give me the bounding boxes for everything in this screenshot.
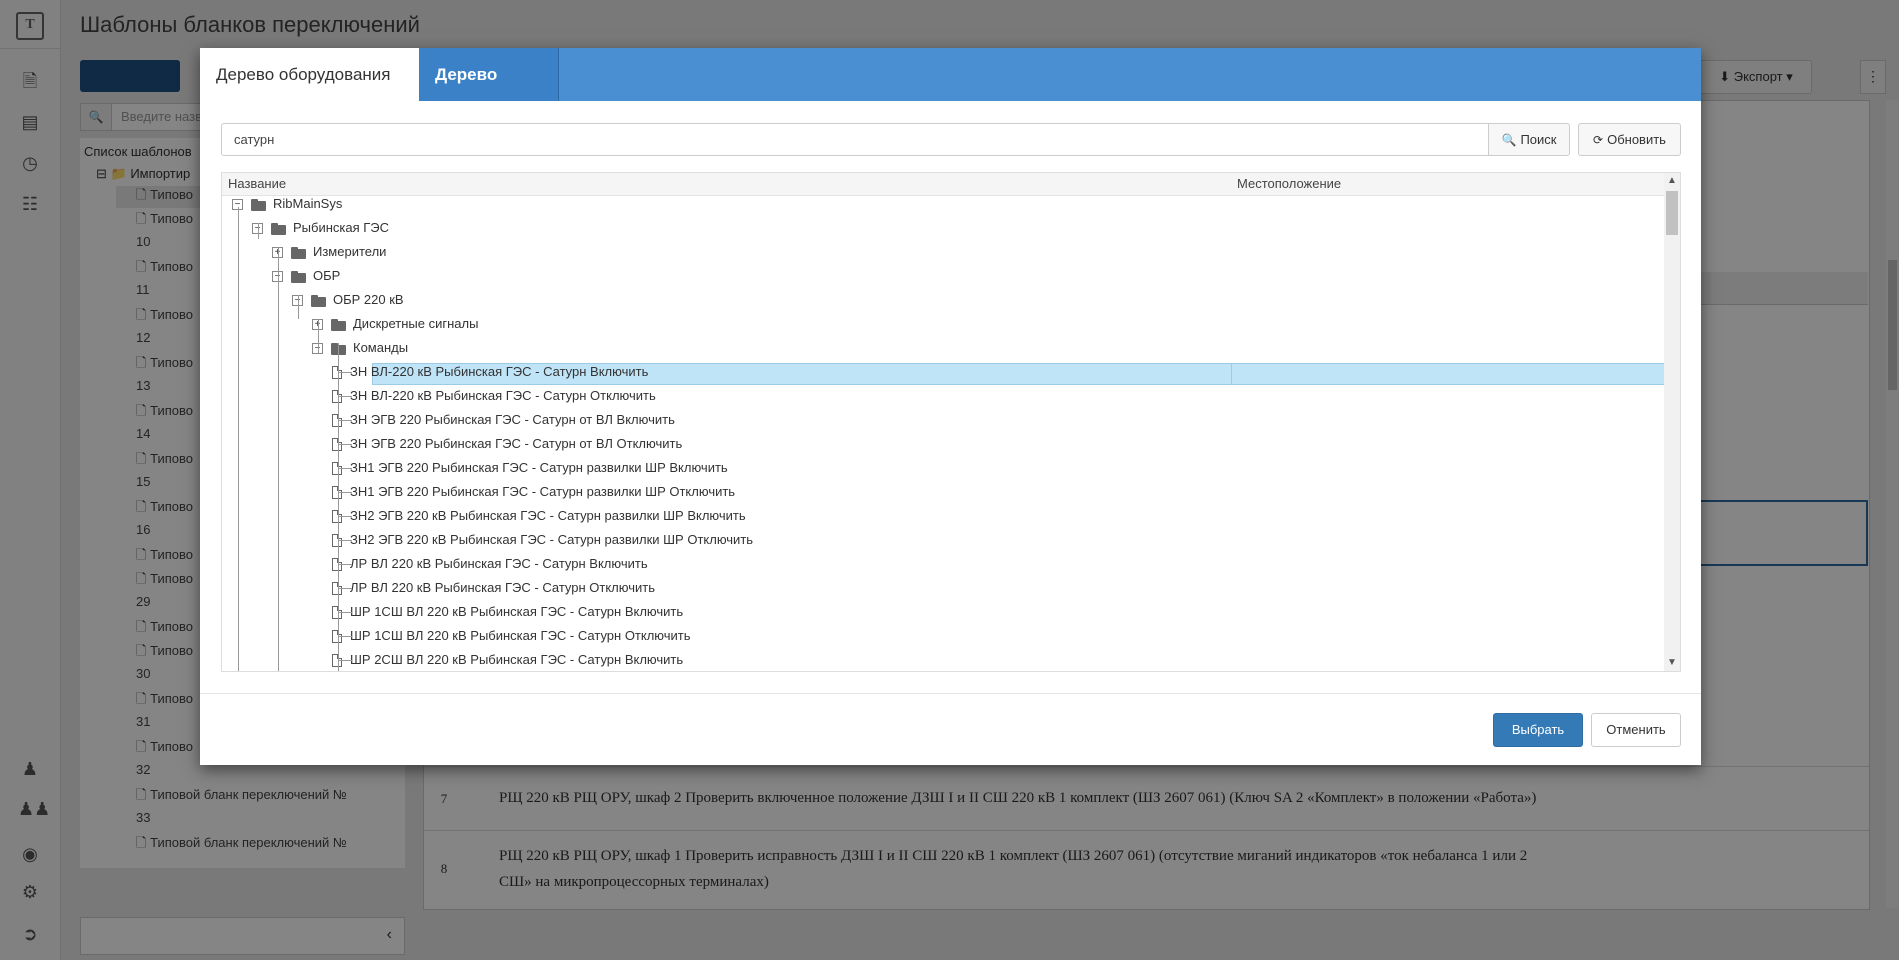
tree-folder-node[interactable]: −ОБР	[272, 265, 340, 287]
tree-folder-node[interactable]: +Измерители	[272, 241, 386, 263]
search-icon: 🔍	[1501, 133, 1517, 147]
tree-guide-line	[338, 420, 352, 421]
equipment-search-input[interactable]: сатурн	[221, 123, 1489, 156]
column-location-header[interactable]: Местоположение	[1237, 176, 1341, 191]
tree-folder-node[interactable]: −ОБР 220 кВ	[292, 289, 404, 311]
tree-leaf-node[interactable]: ШР 1СШ ВЛ 220 кВ Рыбинская ГЭС - Сатурн …	[332, 625, 691, 647]
tree-leaf-node[interactable]: ЛР ВЛ 220 кВ Рыбинская ГЭС - Сатурн Откл…	[332, 577, 655, 599]
folder-icon	[331, 318, 347, 331]
tree-node-label: ЗН ЭГВ 220 Рыбинская ГЭС - Сатурн от ВЛ …	[350, 436, 683, 451]
folder-icon	[291, 270, 307, 283]
tree-node-label: Дискретные сигналы	[353, 316, 479, 331]
tree-guide-line	[338, 588, 352, 589]
tree-guide-line	[338, 343, 339, 671]
tree-header: Название Местоположение	[222, 173, 1666, 196]
refresh-button-label: Обновить	[1607, 132, 1666, 147]
column-divider	[1231, 364, 1232, 384]
search-button[interactable]: 🔍 Поиск	[1488, 123, 1570, 156]
tree-node-label: ЗН ЭГВ 220 Рыбинская ГЭС - Сатурн от ВЛ …	[350, 412, 675, 427]
tree-guide-line	[338, 516, 352, 517]
tree-leaf-node[interactable]: ЗН ВЛ-220 кВ Рыбинская ГЭС - Сатурн Откл…	[332, 385, 656, 407]
tree-node-label: ЗН ВЛ-220 кВ Рыбинская ГЭС - Сатурн Откл…	[350, 388, 656, 403]
folder-icon	[311, 294, 327, 307]
cancel-button[interactable]: Отменить	[1591, 713, 1681, 747]
tree-node-label: ЗН2 ЭГВ 220 кВ Рыбинская ГЭС - Сатурн ра…	[350, 508, 746, 523]
tree-leaf-node[interactable]: ЗН ЭГВ 220 Рыбинская ГЭС - Сатурн от ВЛ …	[332, 409, 675, 431]
tree-guide-line	[338, 468, 352, 469]
tree-folder-node[interactable]: −Команды	[312, 337, 408, 359]
tree-guide-line	[258, 223, 259, 239]
tree-guide-line	[338, 372, 352, 373]
tree-guide-line	[318, 319, 319, 353]
tree-folder-node[interactable]: − RibMainSys	[232, 193, 342, 215]
tree-node-label: Команды	[353, 340, 409, 355]
tree-node-label: RibMainSys	[273, 196, 343, 211]
refresh-button[interactable]: ⟳ Обновить	[1578, 123, 1681, 156]
tree-node-label: ЗН2 ЭГВ 220 кВ Рыбинская ГЭС - Сатурн ра…	[350, 532, 754, 547]
tree-node-label: ОБР	[313, 268, 341, 283]
folder-icon	[291, 246, 307, 259]
tree-folder-node[interactable]: +Дискретные сигналы	[312, 313, 478, 335]
tree-guide-line	[238, 207, 239, 671]
tree-scrollbar-thumb[interactable]	[1666, 191, 1678, 235]
folder-icon	[271, 222, 287, 235]
tree-guide-line	[338, 492, 352, 493]
tree-node-label: Измерители	[313, 244, 387, 259]
search-button-label: Поиск	[1520, 132, 1557, 147]
tree-leaf-node[interactable]: ЗН1 ЭГВ 220 Рыбинская ГЭС - Сатурн разви…	[332, 457, 728, 479]
scroll-down-arrow[interactable]: ▼	[1664, 655, 1680, 671]
tab-tag-tree[interactable]: Дерево тегов	[419, 48, 559, 137]
column-name-header[interactable]: Название	[228, 176, 286, 191]
tree-node-label: ШР 2СШ ВЛ 220 кВ Рыбинская ГЭС - Сатурн …	[350, 652, 684, 667]
tree-node-label: ЗН ВЛ-220 кВ Рыбинская ГЭС - Сатурн Вклю…	[350, 364, 649, 379]
dialog-footer-divider	[200, 693, 1701, 694]
tree-guide-line	[338, 612, 352, 613]
tree-leaf-node[interactable]: ЗН ВЛ-220 кВ Рыбинская ГЭС - Сатурн Вклю…	[332, 361, 648, 383]
refresh-icon: ⟳	[1593, 133, 1604, 147]
tree-leaf-node[interactable]: ЗН2 ЭГВ 220 кВ Рыбинская ГЭС - Сатурн ра…	[332, 529, 753, 551]
tree-node-label: ЗН1 ЭГВ 220 Рыбинская ГЭС - Сатурн разви…	[350, 484, 736, 499]
tree-guide-line	[338, 396, 352, 397]
tree-guide-line	[278, 247, 279, 671]
tree-guide-line	[338, 540, 352, 541]
folder-icon	[331, 342, 347, 355]
scroll-up-arrow[interactable]: ▲	[1664, 173, 1680, 189]
tree-node-label: ОБР 220 кВ	[333, 292, 404, 307]
dialog-tabs: Дерево оборудования Дерево тегов	[200, 48, 1701, 137]
tree-node-label: ЗН1 ЭГВ 220 Рыбинская ГЭС - Сатурн разви…	[350, 460, 728, 475]
select-equipment-dialog: Дерево оборудования Дерево тегов сатурн …	[200, 48, 1701, 765]
tree-leaf-node[interactable]: ЛР ВЛ 220 кВ Рыбинская ГЭС - Сатурн Вклю…	[332, 553, 648, 575]
tree-leaf-node[interactable]: ЗН ЭГВ 220 Рыбинская ГЭС - Сатурн от ВЛ …	[332, 433, 682, 455]
tree-folder-node[interactable]: −Рыбинская ГЭС	[252, 217, 389, 239]
tree-guide-line	[338, 636, 352, 637]
tree-guide-line	[338, 660, 352, 661]
tree-guide-line	[338, 564, 352, 565]
tree-node-label: Рыбинская ГЭС	[293, 220, 390, 235]
tree-node-label: ЛР ВЛ 220 кВ Рыбинская ГЭС - Сатурн Вклю…	[350, 556, 648, 571]
tree-leaf-node[interactable]: ШР 2СШ ВЛ 220 кВ Рыбинская ГЭС - Сатурн …	[332, 649, 683, 671]
tree-scrollbar[interactable]: ▲ ▼	[1664, 173, 1680, 671]
select-button[interactable]: Выбрать	[1493, 713, 1583, 747]
tree-node-label: ЛР ВЛ 220 кВ Рыбинская ГЭС - Сатурн Откл…	[350, 580, 655, 595]
tree-leaf-node[interactable]: ЗН2 ЭГВ 220 кВ Рыбинская ГЭС - Сатурн ра…	[332, 505, 746, 527]
tree-node-label: ШР 1СШ ВЛ 220 кВ Рыбинская ГЭС - Сатурн …	[350, 604, 684, 619]
tree-node-label: ШР 1СШ ВЛ 220 кВ Рыбинская ГЭС - Сатурн …	[350, 628, 691, 643]
tab-equipment-tree[interactable]: Дерево оборудования	[200, 48, 419, 101]
tree-leaf-node[interactable]: ЗН1 ЭГВ 220 Рыбинская ГЭС - Сатурн разви…	[332, 481, 735, 503]
folder-icon	[251, 198, 267, 211]
equipment-tree: Название Местоположение ▲ ▼ −RibMainSys−…	[221, 172, 1681, 672]
tree-guide-line	[298, 295, 299, 319]
tree-leaf-node[interactable]: ШР 1СШ ВЛ 220 кВ Рыбинская ГЭС - Сатурн …	[332, 601, 683, 623]
tree-guide-line	[338, 444, 352, 445]
